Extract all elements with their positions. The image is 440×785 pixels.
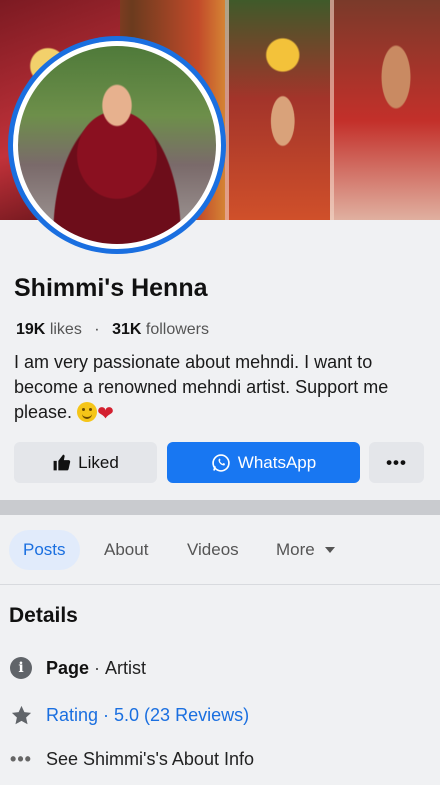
chevron-down-icon: [324, 547, 335, 553]
tab-about-label: About: [104, 540, 149, 559]
star-icon: [11, 705, 31, 724]
profile-avatar[interactable]: [8, 36, 226, 254]
details-heading: Details: [9, 604, 78, 627]
whatsapp-label: WhatsApp: [237, 452, 317, 472]
tab-posts[interactable]: Posts: [9, 530, 80, 570]
cover-photo-panel: [330, 0, 440, 220]
followers-count[interactable]: 31K: [112, 321, 141, 338]
page-type-separator: ·: [94, 657, 101, 678]
dots-icon: •••: [10, 748, 32, 769]
details-category-row: i Page · Artist: [9, 656, 146, 680]
info-icon-wrap: i: [9, 656, 33, 680]
star-icon-wrap: [9, 703, 33, 727]
avatar-border: [13, 41, 221, 249]
more-dots-icon: •••: [386, 452, 407, 472]
tab-more-label: More: [276, 540, 315, 559]
avatar-image: [18, 46, 216, 244]
cover-photo-panel: [225, 0, 330, 220]
whatsapp-button[interactable]: WhatsApp: [167, 442, 360, 483]
more-options-button[interactable]: •••: [369, 442, 424, 483]
heart-emoji-icon: ❤: [97, 403, 114, 425]
likes-label[interactable]: likes: [50, 321, 82, 338]
tab-videos[interactable]: Videos: [187, 530, 239, 570]
liked-label: Liked: [78, 452, 119, 472]
likes-count[interactable]: 19K: [16, 321, 45, 338]
tab-videos-label: Videos: [187, 540, 239, 559]
cover-divider: [225, 0, 229, 220]
tab-about[interactable]: About: [104, 530, 148, 570]
thumbs-up-icon: [53, 454, 71, 471]
about-info-link[interactable]: See Shimmi's's About Info: [46, 749, 254, 770]
page-title: Shimmi's Henna: [14, 274, 208, 302]
page-stats: 19K likes · 31K followers: [16, 321, 209, 339]
bio-text: I am very passionate about mehndi. I wan…: [14, 352, 389, 422]
rating-link[interactable]: Rating · 5.0 (23 Reviews): [46, 705, 249, 726]
stats-separator: ·: [94, 321, 100, 338]
smile-emoji-icon: [77, 402, 98, 422]
page-category: Artist: [105, 657, 147, 678]
page-bio: I am very passionate about mehndi. I wan…: [14, 350, 429, 427]
page-tabs: Posts About Videos More: [0, 515, 440, 585]
cover-divider: [330, 0, 334, 220]
info-icon: i: [10, 657, 32, 679]
dots-icon-wrap: •••: [9, 747, 33, 771]
tab-more[interactable]: More: [276, 530, 335, 570]
tab-posts-label: Posts: [23, 540, 66, 559]
details-rating-row[interactable]: Rating · 5.0 (23 Reviews): [9, 703, 249, 727]
page-type-label: Page: [46, 657, 90, 678]
followers-label[interactable]: followers: [146, 321, 209, 338]
details-about-row[interactable]: ••• See Shimmi's's About Info: [9, 747, 254, 771]
whatsapp-icon: [212, 453, 230, 472]
section-divider: [0, 500, 440, 515]
liked-button[interactable]: Liked: [14, 442, 157, 483]
